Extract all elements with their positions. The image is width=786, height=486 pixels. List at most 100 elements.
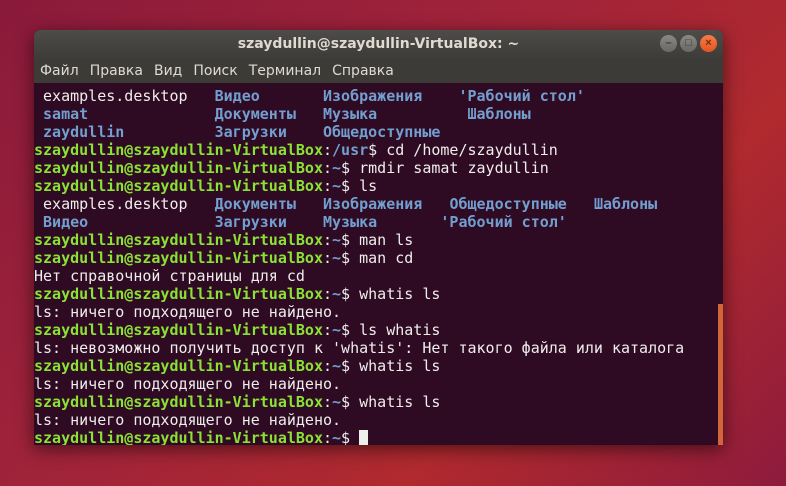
terminal-text: : <box>322 249 333 267</box>
directory-text: samat <box>43 105 89 123</box>
menu-bar: Файл Правка Вид Поиск Терминал Справка <box>34 58 723 83</box>
terminal-text: : <box>322 357 333 375</box>
terminal-text: : <box>322 285 333 303</box>
directory-text: 'Рабочий стол' <box>440 213 567 231</box>
directory-text: /usr <box>332 141 369 159</box>
terminal-text: $ <box>341 429 360 445</box>
terminal-line: szaydullin@szaydullin-VirtualBox:~$ <box>34 429 723 445</box>
directory-text: Изображения <box>323 87 423 105</box>
terminal-line: szaydullin@szaydullin-VirtualBox:~$ what… <box>34 285 723 303</box>
menu-file[interactable]: Файл <box>40 63 79 79</box>
menu-search[interactable]: Поиск <box>193 63 237 79</box>
scrollbar[interactable] <box>718 304 723 445</box>
terminal-line: Видео Загрузки Музыка 'Рабочий стол' <box>34 213 723 231</box>
terminal-text: $ whatis ls <box>341 357 441 375</box>
terminal-line: samat Документы Музыка Шаблоны <box>34 105 723 123</box>
terminal-line: examples.desktop Видео Изображения 'Рабо… <box>34 87 723 105</box>
terminal-text: examples.desktop <box>34 87 215 105</box>
maximize-button[interactable]: □ <box>680 35 697 52</box>
terminal-text: : <box>322 429 333 445</box>
terminal-line: examples.desktop Документы Изображения О… <box>34 195 723 213</box>
directory-text: ~ <box>332 321 342 339</box>
terminal-line: szaydullin@szaydullin-VirtualBox:~$ ls <box>34 177 723 195</box>
terminal-line: ls: ничего подходящего не найдено. <box>34 411 723 429</box>
directory-text: ~ <box>332 231 342 249</box>
directory-text: ~ <box>332 177 342 195</box>
directory-text: Шаблоны <box>593 195 658 213</box>
prompt-user-host: szaydullin@szaydullin-VirtualBox <box>34 321 323 339</box>
directory-text: Музыка <box>323 105 378 123</box>
directory-text: Документы <box>214 195 296 213</box>
directory-text: 'Рабочий стол' <box>458 87 585 105</box>
minimize-button[interactable]: – <box>660 35 677 52</box>
terminal-line: szaydullin@szaydullin-VirtualBox:~$ man … <box>34 249 723 267</box>
prompt-user-host: szaydullin@szaydullin-VirtualBox <box>34 285 323 303</box>
directory-text: ~ <box>332 429 342 445</box>
terminal-line: ls: ничего подходящего не найдено. <box>34 303 723 321</box>
directory-text: Общедоступные <box>449 195 567 213</box>
terminal-output[interactable]: examples.desktop Видео Изображения 'Рабо… <box>34 85 723 445</box>
directory-text: Видео <box>214 87 260 105</box>
terminal-line: ls: невозможно получить доступ к 'whatis… <box>34 339 723 357</box>
terminal-line: szaydullin@szaydullin-VirtualBox:~$ rmdi… <box>34 159 723 177</box>
directory-text: Загрузки <box>214 123 287 141</box>
menu-terminal[interactable]: Терминал <box>249 63 321 79</box>
terminal-text: : <box>322 141 333 159</box>
prompt-user-host: szaydullin@szaydullin-VirtualBox <box>34 159 323 177</box>
terminal-line: Нет справочной страницы для cd <box>34 267 723 285</box>
prompt-user-host: szaydullin@szaydullin-VirtualBox <box>34 249 323 267</box>
directory-text: Общедоступные <box>323 123 441 141</box>
directory-text: Шаблоны <box>467 105 531 123</box>
menu-help[interactable]: Справка <box>332 63 394 79</box>
terminal-text: ls: ничего подходящего не найдено. <box>34 411 342 429</box>
prompt-user-host: szaydullin@szaydullin-VirtualBox <box>34 393 323 411</box>
close-button[interactable]: × <box>700 35 717 52</box>
terminal-line: szaydullin@szaydullin-VirtualBox:~$ what… <box>34 357 723 375</box>
title-bar[interactable]: szaydullin@szaydullin-VirtualBox: ~ – □ … <box>34 30 723 58</box>
terminal-line: ls: ничего подходящего не найдено. <box>34 375 723 393</box>
prompt-user-host: szaydullin@szaydullin-VirtualBox <box>34 177 323 195</box>
terminal-text: $ cd /home/szaydullin <box>368 141 558 159</box>
terminal-line: szaydullin@szaydullin-VirtualBox:~$ man … <box>34 231 723 249</box>
menu-view[interactable]: Вид <box>154 63 182 79</box>
directory-text: ~ <box>332 357 342 375</box>
terminal-text: $ rmdir samat zaydullin <box>341 159 549 177</box>
directory-text: Документы <box>214 105 296 123</box>
terminal-text: $ ls <box>341 177 378 195</box>
directory-text: Изображения <box>323 195 423 213</box>
directory-text: ~ <box>332 285 342 303</box>
terminal-text: $ whatis ls <box>341 285 441 303</box>
terminal-line: szaydullin@szaydullin-VirtualBox:~$ ls w… <box>34 321 723 339</box>
terminal-text: : <box>322 321 333 339</box>
directory-text: ~ <box>332 393 342 411</box>
terminal-text: ls: ничего подходящего не найдено. <box>34 303 342 321</box>
directory-text: Музыка <box>323 213 378 231</box>
terminal-text: : <box>322 159 333 177</box>
terminal-text: Нет справочной страницы для cd <box>34 267 305 285</box>
terminal-text: ls: ничего подходящего не найдено. <box>34 375 342 393</box>
terminal-text: : <box>322 393 333 411</box>
prompt-user-host: szaydullin@szaydullin-VirtualBox <box>34 357 323 375</box>
directory-text: ~ <box>332 249 342 267</box>
terminal-line: zaydullin Загрузки Общедоступные <box>34 123 723 141</box>
cursor <box>359 430 369 445</box>
terminal-text: examples.desktop <box>34 195 215 213</box>
menu-edit[interactable]: Правка <box>90 63 143 79</box>
prompt-user-host: szaydullin@szaydullin-VirtualBox <box>34 141 323 159</box>
terminal-text: ls: невозможно получить доступ к 'whatis… <box>34 339 685 357</box>
terminal-text: : <box>322 231 333 249</box>
terminal-window: szaydullin@szaydullin-VirtualBox: ~ – □ … <box>34 30 723 445</box>
window-title: szaydullin@szaydullin-VirtualBox: ~ <box>237 36 520 52</box>
